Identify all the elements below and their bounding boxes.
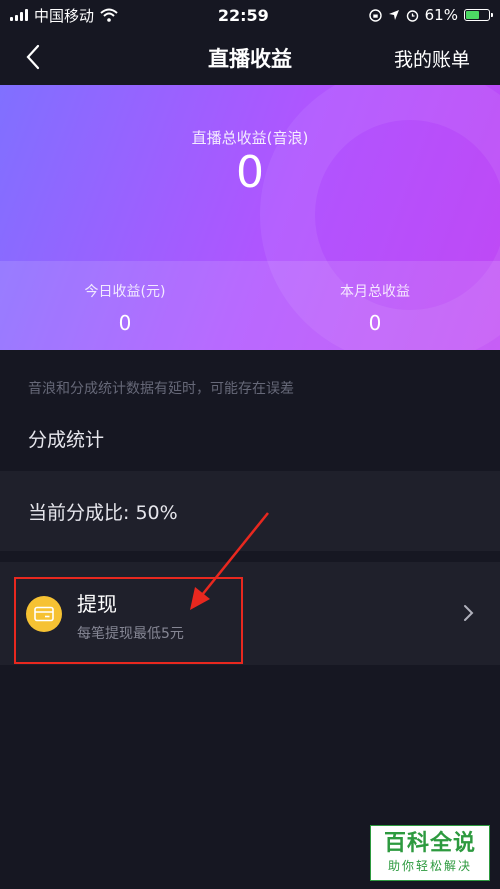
split-section-title: 分成统计: [28, 429, 105, 451]
nav-bar: 直播收益 我的账单: [0, 30, 500, 85]
chevron-right-icon: [464, 605, 474, 621]
today-earnings-value: 0: [118, 311, 132, 335]
watermark-title: 百科全说: [383, 831, 476, 856]
watermark-logo: 百科全说 助你轻松解决: [370, 825, 490, 881]
clock: 22:59: [217, 5, 269, 25]
status-left: 中国移动: [10, 5, 118, 26]
total-earnings-label: 直播总收益(音浪): [191, 129, 309, 147]
carrier-label: 中国移动: [34, 6, 95, 25]
page-title: 直播收益: [208, 46, 292, 71]
today-earnings-label: 今日收益(元): [84, 284, 166, 300]
earnings-breakdown: 今日收益(元) 0 本月总收益 0: [0, 261, 500, 350]
chevron-left-icon[interactable]: [20, 42, 50, 72]
total-earnings-value: 0: [236, 147, 264, 198]
watermark-subtitle: 助你轻松解决: [387, 859, 472, 873]
earnings-card: 直播总收益(音浪) 0 今日收益(元) 0 本月总收益 0: [0, 85, 500, 350]
location-arrow-icon: [388, 10, 399, 20]
alarm-icon: [406, 9, 418, 22]
wifi-icon: [100, 8, 118, 22]
my-bill-link[interactable]: 我的账单: [394, 45, 470, 72]
status-bar: 中国移动 22:59 61%: [0, 0, 500, 30]
rotation-lock-icon: [368, 8, 382, 22]
split-ratio-card: 当前分成比: 50%: [0, 471, 500, 551]
month-earnings: 本月总收益 0: [250, 261, 500, 350]
today-earnings: 今日收益(元) 0: [0, 261, 250, 350]
delay-notice: 音浪和分成统计数据有延时，可能存在误差: [28, 381, 294, 397]
battery-level: [465, 11, 480, 19]
month-earnings-label: 本月总收益: [340, 284, 410, 300]
month-earnings-value: 0: [368, 311, 382, 335]
split-ratio-text: 当前分成比: 50%: [28, 501, 178, 524]
battery-percent: 61%: [424, 6, 458, 24]
battery-icon: [463, 9, 493, 21]
signal-icon: [10, 9, 28, 21]
status-right: 61%: [368, 6, 493, 24]
annotation-highlight-box: [14, 577, 243, 664]
